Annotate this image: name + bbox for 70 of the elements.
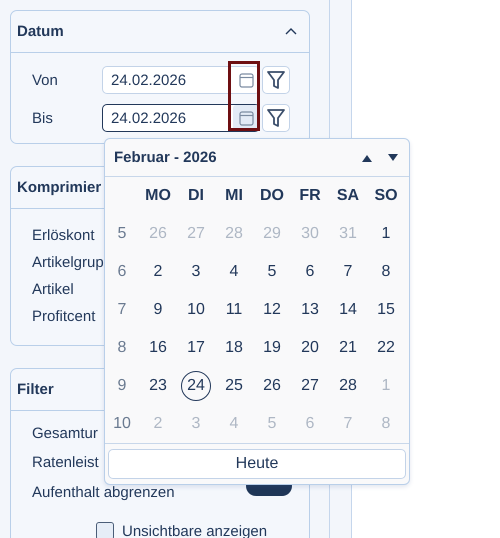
calendar-day[interactable]: 1: [382, 225, 390, 243]
calendar-day[interactable]: 26: [263, 377, 281, 395]
calendar-icon[interactable]: [238, 110, 254, 126]
calendar-day[interactable]: 12: [263, 301, 281, 319]
calendar-day[interactable]: 21: [339, 339, 357, 357]
highlight-frame: [228, 61, 260, 131]
week-number: 5: [118, 225, 126, 243]
calendar-day[interactable]: 22: [377, 339, 395, 357]
today-button[interactable]: Heute: [108, 449, 406, 479]
next-month-icon[interactable]: [387, 152, 399, 162]
field-label: Von: [32, 72, 59, 88]
panel-title: Filter: [17, 381, 54, 398]
calendar-day[interactable]: 14: [339, 301, 357, 319]
calendar-day[interactable]: 3: [192, 263, 200, 281]
date-input[interactable]: 24.02.2026: [111, 110, 231, 126]
week-number: 9: [118, 377, 126, 395]
calendar-day[interactable]: 15: [377, 301, 395, 319]
filter-button[interactable]: [262, 104, 290, 132]
calendar-day[interactable]: 20: [301, 339, 319, 357]
filter-button[interactable]: [262, 66, 290, 94]
calendar-day[interactable]: 2: [154, 263, 162, 281]
option-label: Profitcent: [32, 308, 96, 325]
week-number: 7: [118, 301, 126, 319]
weekday-label: SO: [374, 187, 398, 205]
weekday-label: MI: [225, 187, 243, 205]
filter-label: Aufenthalt abgrenzen: [32, 484, 175, 502]
calendar-day[interactable]: 19: [263, 339, 281, 357]
calendar-day[interactable]: 25: [225, 377, 243, 395]
collapse-icon[interactable]: [285, 27, 297, 36]
filter-label: Ratenleist: [32, 454, 100, 472]
field-label: Bis: [32, 110, 54, 126]
calendar-day[interactable]: 27: [301, 377, 319, 395]
weekday-label: MO: [145, 187, 171, 205]
filter-icon: [266, 108, 286, 128]
previous-month-icon[interactable]: [361, 152, 373, 162]
calendar-day[interactable]: 28: [339, 377, 357, 395]
date-input[interactable]: 24.02.2026: [111, 72, 231, 88]
week-number: 8: [118, 339, 126, 357]
calendar-day[interactable]: 10: [187, 301, 205, 319]
filter-label: Gesamtur: [32, 425, 99, 442]
option-label: Artikel: [32, 281, 74, 298]
calendar-day[interactable]: 18: [225, 339, 243, 357]
calendar-day[interactable]: 4: [230, 263, 238, 281]
option-label: Artikelgrup: [32, 254, 104, 271]
selected-day[interactable]: 24: [181, 371, 211, 401]
calendar-day[interactable]: 8: [382, 263, 390, 281]
calendar-day[interactable]: 6: [306, 263, 314, 281]
option-label: Erlöskont: [32, 227, 95, 244]
weekday-label: FR: [299, 187, 321, 205]
week-number: 10: [113, 415, 131, 433]
panel-title: Komprimier: [17, 179, 102, 196]
calendar-day[interactable]: 5: [268, 263, 276, 281]
filter-icon: [266, 70, 286, 90]
calendar-day[interactable]: 7: [344, 263, 352, 281]
weekday-label: DI: [188, 187, 204, 205]
checkbox[interactable]: [96, 522, 114, 538]
panel-title: Datum: [17, 23, 64, 40]
calendar-day[interactable]: 16: [149, 339, 167, 357]
calendar-day[interactable]: 11: [226, 301, 242, 319]
weekday-label: SA: [336, 187, 360, 205]
week-number: 6: [118, 263, 126, 281]
calendar-icon[interactable]: [238, 72, 254, 88]
date-field[interactable]: 24.02.2026: [102, 66, 260, 94]
calendar-day[interactable]: 13: [301, 301, 319, 319]
date-field[interactable]: 24.02.2026: [102, 104, 260, 132]
month-title: Februar - 2026: [114, 149, 218, 166]
calendar-day[interactable]: 9: [154, 301, 162, 319]
weekday-label: DO: [260, 187, 284, 205]
calendar-day[interactable]: 17: [187, 339, 205, 357]
calendar-day[interactable]: 23: [149, 377, 167, 395]
